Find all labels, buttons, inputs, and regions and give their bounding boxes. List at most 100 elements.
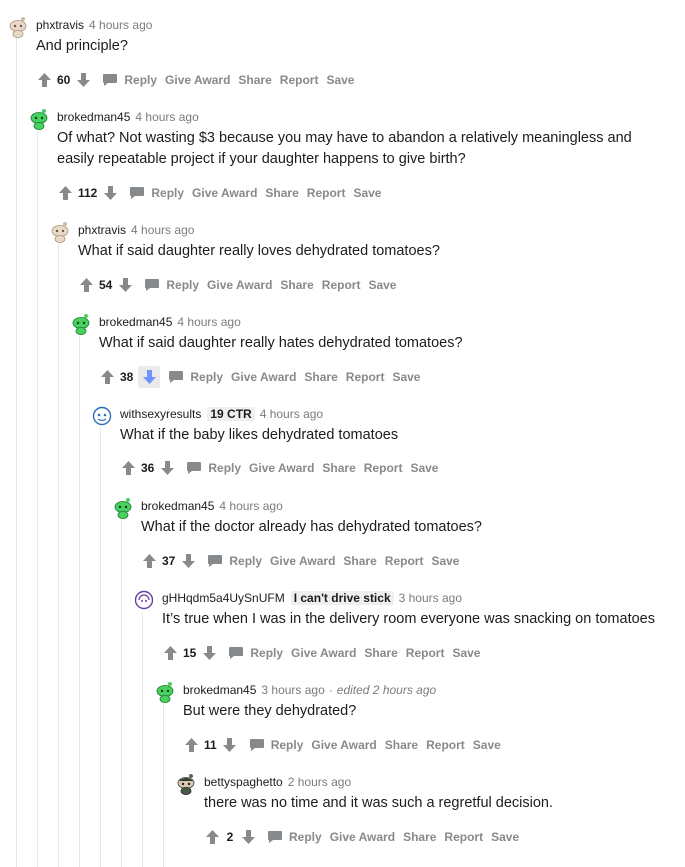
upvote-button[interactable]: [57, 185, 73, 201]
avatar[interactable]: [29, 108, 49, 130]
timestamp[interactable]: 4 hours ago: [177, 315, 240, 329]
report-button[interactable]: Report: [444, 830, 483, 844]
downvote-button[interactable]: [240, 829, 256, 845]
downvote-button[interactable]: [138, 366, 161, 388]
share-button[interactable]: Share: [238, 73, 271, 87]
save-button[interactable]: Save: [452, 646, 480, 660]
save-button[interactable]: Save: [326, 73, 354, 87]
give-award-button[interactable]: Give Award: [192, 186, 257, 200]
save-button[interactable]: Save: [431, 554, 459, 568]
avatar[interactable]: [50, 221, 70, 243]
upvote-button[interactable]: [162, 645, 178, 661]
save-button[interactable]: Save: [368, 278, 396, 292]
upvote-button[interactable]: [36, 72, 52, 88]
reply-button[interactable]: Reply: [268, 830, 322, 844]
downvote-button[interactable]: [159, 460, 175, 476]
upvote-button[interactable]: [204, 829, 220, 845]
reply-button[interactable]: Reply: [187, 461, 241, 475]
reply-button[interactable]: Reply: [169, 370, 223, 384]
give-award-button[interactable]: Give Award: [330, 830, 395, 844]
share-button[interactable]: Share: [265, 186, 298, 200]
share-button[interactable]: Share: [385, 738, 418, 752]
author-link[interactable]: withsexyresults: [120, 407, 201, 421]
share-button[interactable]: Share: [304, 370, 337, 384]
give-award-button[interactable]: Give Award: [311, 738, 376, 752]
give-award-button[interactable]: Give Award: [207, 278, 272, 292]
report-button[interactable]: Report: [406, 646, 445, 660]
downvote-button[interactable]: [201, 645, 217, 661]
timestamp[interactable]: 4 hours ago: [131, 223, 194, 237]
avatar[interactable]: [113, 497, 133, 519]
reply-button[interactable]: Reply: [145, 278, 199, 292]
avatar[interactable]: [155, 681, 175, 703]
share-button[interactable]: Share: [364, 646, 397, 660]
upvote-button[interactable]: [78, 277, 94, 293]
downvote-button[interactable]: [102, 185, 118, 201]
author-link[interactable]: brokedman45: [57, 110, 130, 124]
upvote-button[interactable]: [99, 369, 115, 385]
upvote-button[interactable]: [120, 460, 136, 476]
reply-button[interactable]: Reply: [229, 646, 283, 660]
give-award-button[interactable]: Give Award: [231, 370, 296, 384]
vote-score: 38: [120, 370, 134, 384]
timestamp[interactable]: 4 hours ago: [260, 407, 323, 421]
author-link[interactable]: brokedman45: [183, 683, 256, 697]
upvote-icon: [163, 646, 177, 660]
author-link[interactable]: brokedman45: [141, 499, 214, 513]
give-award-button[interactable]: Give Award: [291, 646, 356, 660]
avatar[interactable]: [92, 405, 112, 427]
author-link[interactable]: gHHqdm5a4UySnUFM: [162, 591, 285, 605]
reply-button[interactable]: Reply: [249, 738, 303, 752]
avatar[interactable]: [176, 773, 196, 795]
timestamp[interactable]: 4 hours ago: [89, 18, 152, 32]
save-button[interactable]: Save: [353, 186, 381, 200]
timestamp[interactable]: 2 hours ago: [288, 775, 351, 789]
downvote-button[interactable]: [222, 737, 238, 753]
timestamp[interactable]: 4 hours ago: [135, 110, 198, 124]
share-button[interactable]: Share: [322, 461, 355, 475]
downvote-button[interactable]: [117, 277, 133, 293]
reply-icon: [229, 647, 244, 659]
share-button[interactable]: Share: [403, 830, 436, 844]
comment: brokedman45 4 hours ago Of what? Not was…: [0, 106, 685, 218]
report-button[interactable]: Report: [322, 278, 361, 292]
save-button[interactable]: Save: [473, 738, 501, 752]
reply-button[interactable]: Reply: [103, 73, 157, 87]
give-award-button[interactable]: Give Award: [165, 73, 230, 87]
author-link[interactable]: brokedman45: [99, 315, 172, 329]
author-link[interactable]: bettyspaghetto: [204, 775, 283, 789]
downvote-button[interactable]: [180, 553, 196, 569]
reply-button[interactable]: Reply: [130, 186, 184, 200]
downvote-button[interactable]: [75, 72, 91, 88]
snoo-avatar-icon: [51, 222, 69, 243]
report-button[interactable]: Report: [346, 370, 385, 384]
save-button[interactable]: Save: [410, 461, 438, 475]
report-button[interactable]: Report: [426, 738, 465, 752]
upvote-button[interactable]: [183, 737, 199, 753]
comment-actions: 54 Reply Give Award Share Report Save: [78, 277, 396, 293]
avatar[interactable]: [134, 589, 154, 611]
share-button[interactable]: Share: [343, 554, 376, 568]
save-button[interactable]: Save: [491, 830, 519, 844]
snoo-avatar-icon: [30, 109, 48, 130]
save-button[interactable]: Save: [392, 370, 420, 384]
author-link[interactable]: phxtravis: [78, 223, 126, 237]
avatar[interactable]: [8, 16, 28, 38]
upvote-button[interactable]: [141, 553, 157, 569]
comment-actions: 38 Reply Give Award Share Report Save: [99, 366, 420, 388]
timestamp[interactable]: 4 hours ago: [219, 499, 282, 513]
timestamp[interactable]: 3 hours ago: [261, 683, 324, 697]
give-award-button[interactable]: Give Award: [270, 554, 335, 568]
report-button[interactable]: Report: [307, 186, 346, 200]
comment-actions: 60 Reply Give Award Share Report Save: [36, 72, 354, 88]
avatar[interactable]: [71, 313, 91, 335]
give-award-button[interactable]: Give Award: [249, 461, 314, 475]
report-button[interactable]: Report: [280, 73, 319, 87]
downvote-icon: [181, 554, 195, 568]
report-button[interactable]: Report: [364, 461, 403, 475]
timestamp[interactable]: 3 hours ago: [399, 591, 462, 605]
share-button[interactable]: Share: [280, 278, 313, 292]
reply-button[interactable]: Reply: [208, 554, 262, 568]
author-link[interactable]: phxtravis: [36, 18, 84, 32]
report-button[interactable]: Report: [385, 554, 424, 568]
